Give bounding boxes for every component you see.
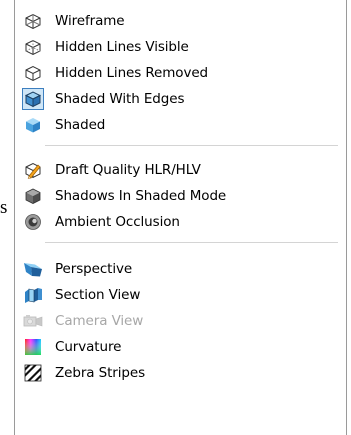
menu-item-label: Hidden Lines Visible [55,39,189,55]
curvature-icon [22,336,44,358]
menu-item-draft-quality[interactable]: Draft Quality HLR/HLV [19,157,319,183]
menu-item-label: Curvature [55,339,122,355]
hidden-lines-visible-icon [22,36,44,58]
menu-item-label: Camera View [55,313,144,329]
hidden-lines-removed-icon [22,62,44,84]
menu-item-hidden-lines-visible[interactable]: Hidden Lines Visible [19,34,319,60]
shadows-icon [22,185,44,207]
menu-item-label: Zebra Stripes [55,365,146,381]
menu-item-label: Hidden Lines Removed [55,65,209,81]
menu-item-ambient-occlusion[interactable]: Ambient Occlusion [19,209,319,235]
ambient-occlusion-icon [22,211,44,233]
menu-item-shaded-with-edges[interactable]: Shaded With Edges [19,86,319,112]
menu-separator [45,242,338,243]
menu-item-label: Wireframe [55,13,125,29]
shaded-with-edges-icon [22,88,44,110]
shaded-cube-icon [22,114,44,136]
draft-quality-icon [22,159,44,181]
section-view-icon [22,284,44,306]
menu-item-label: Shadows In Shaded Mode [55,188,227,204]
zebra-stripes-icon [22,362,44,384]
menu-item-label: Shaded [55,117,106,133]
wireframe-cube-icon [22,10,44,32]
perspective-icon [22,258,44,280]
view-display-menu: Wireframe Hidden Lines Visible Hidden Li… [14,0,347,435]
menu-item-hidden-lines-removed[interactable]: Hidden Lines Removed [19,60,319,86]
camera-view-icon [22,310,44,332]
menu-item-zebra-stripes[interactable]: Zebra Stripes [19,360,319,386]
menu-item-wireframe[interactable]: Wireframe [19,8,319,34]
background-text: s [0,197,8,218]
menu-item-perspective[interactable]: Perspective [19,256,319,282]
menu-item-label: Draft Quality HLR/HLV [55,162,201,178]
menu-item-label: Section View [55,287,141,303]
menu-item-camera-view[interactable]: Camera View [19,308,319,334]
menu-item-shadows[interactable]: Shadows In Shaded Mode [19,183,319,209]
page: s Wireframe Hidden Lines Visible Hidden … [0,0,351,435]
menu-item-section-view[interactable]: Section View [19,282,319,308]
menu-item-curvature[interactable]: Curvature [19,334,319,360]
menu-item-label: Ambient Occlusion [55,214,180,230]
menu-item-label: Shaded With Edges [55,91,185,107]
menu-separator [45,145,338,146]
menu-item-shaded[interactable]: Shaded [19,112,319,138]
menu-item-label: Perspective [55,261,133,277]
